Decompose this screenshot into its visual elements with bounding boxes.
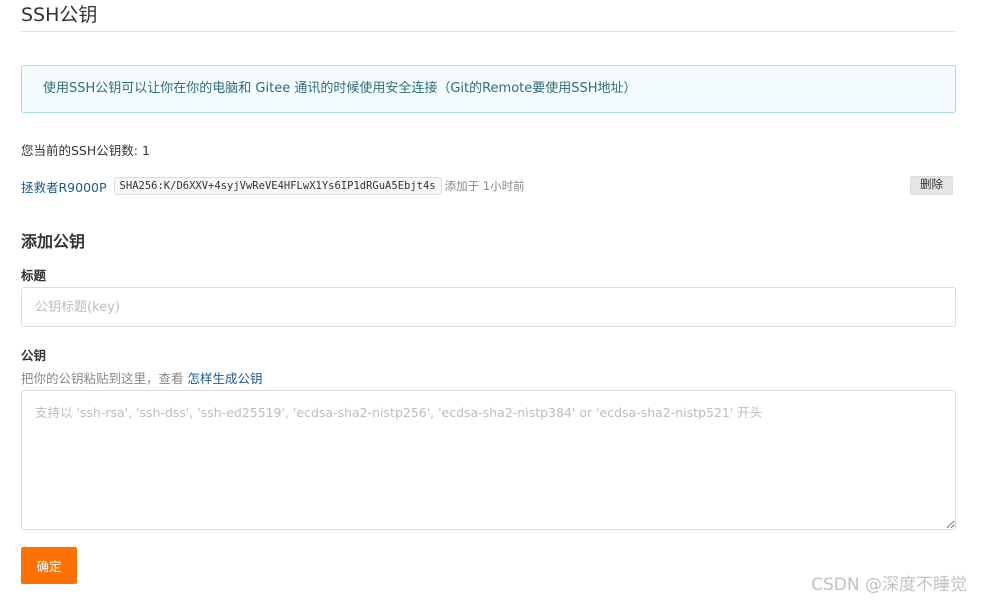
delete-key-button[interactable]: 删除 bbox=[910, 176, 953, 195]
key-count: 您当前的SSH公钥数: 1 bbox=[21, 143, 150, 158]
ssh-key-row: 拯救者R9000P SHA256:K/D6XXV+4syjVwReVE4HFLw… bbox=[21, 176, 956, 196]
key-hint: 把你的公钥粘贴到这里，查看 怎样生成公钥 bbox=[21, 368, 263, 387]
how-to-generate-key-link[interactable]: 怎样生成公钥 bbox=[187, 371, 262, 386]
info-box: 使用SSH公钥可以让你在你的电脑和 Gitee 通讯的时候使用安全连接（Git的… bbox=[21, 65, 956, 113]
title-field-label: 标题 bbox=[21, 268, 47, 283]
key-fingerprint: SHA256:K/D6XXV+4syjVwReVE4HFLwX1Ys6IP1dR… bbox=[113, 177, 442, 195]
page-title: SSH公钥 bbox=[21, 4, 98, 26]
add-key-section-title: 添加公钥 bbox=[21, 232, 86, 251]
key-title-input[interactable] bbox=[21, 287, 956, 327]
public-key-textarea[interactable] bbox=[21, 390, 956, 530]
ssh-keys-page: SSH公钥 使用SSH公钥可以让你在你的电脑和 Gitee 通讯的时候使用安全连… bbox=[0, 0, 981, 602]
watermark: CSDN @深度不睡觉 bbox=[811, 575, 967, 595]
key-name: 拯救者R9000P bbox=[21, 179, 107, 195]
info-text: 使用SSH公钥可以让你在你的电脑和 Gitee 通讯的时候使用安全连接（Git的… bbox=[43, 81, 637, 96]
key-hint-text: 把你的公钥粘贴到这里，查看 bbox=[21, 371, 188, 386]
key-field-label: 公钥 bbox=[21, 348, 47, 363]
submit-button[interactable]: 确定 bbox=[21, 547, 77, 584]
title-divider bbox=[21, 31, 956, 32]
key-added-time: 添加于 1小时前 bbox=[444, 179, 525, 193]
